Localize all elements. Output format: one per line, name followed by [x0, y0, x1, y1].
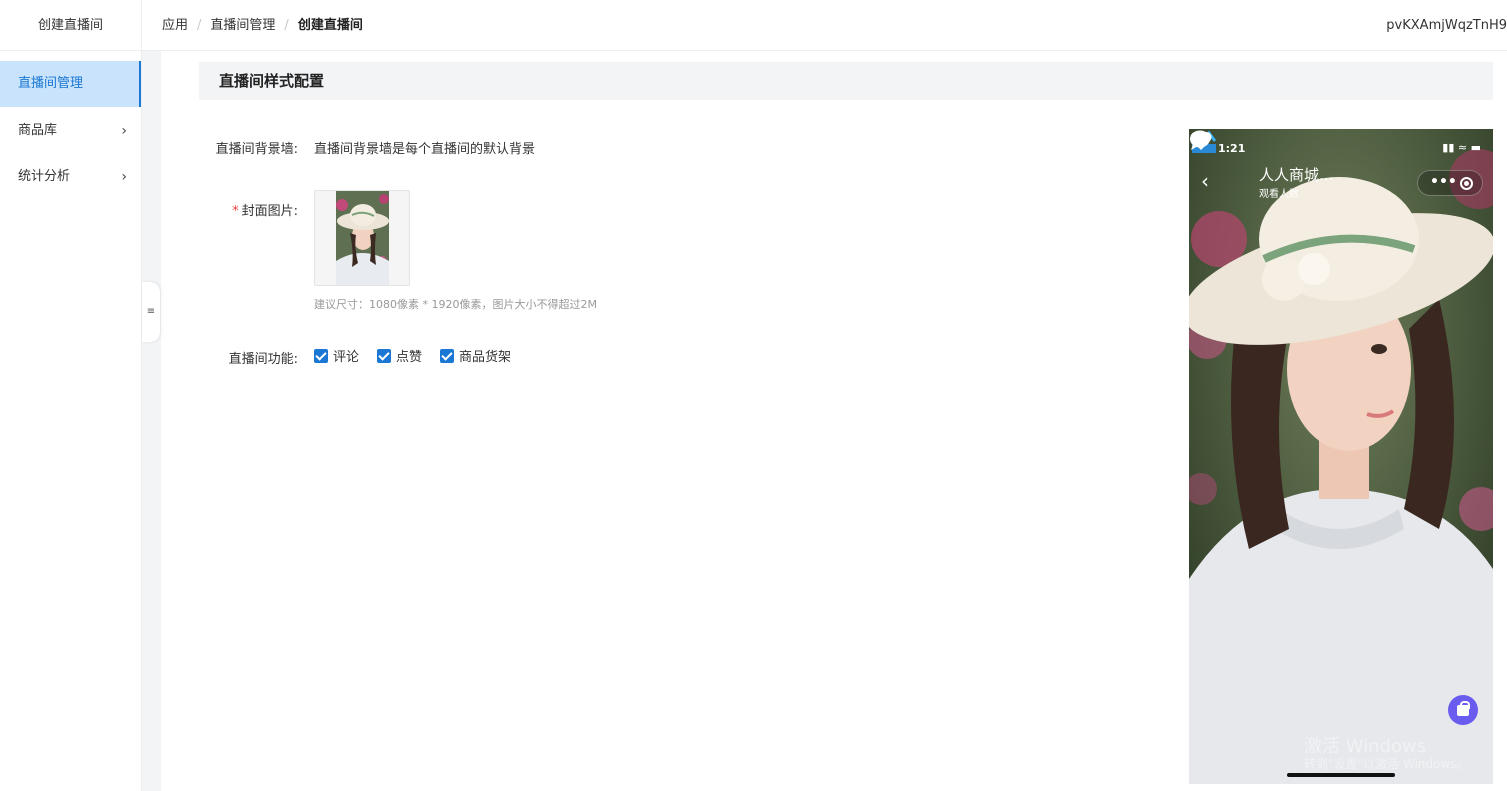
sidebar-item-label: 商品库	[18, 123, 58, 138]
sidebar-item-label: 统计分析	[18, 169, 71, 184]
sidebar-item-live-room-management[interactable]: 直播间管理	[0, 61, 141, 107]
windows-activation-hint: 转到"设置"以激活 Windows。	[1304, 757, 1469, 771]
breadcrumb-live-management[interactable]: 直播间管理	[210, 18, 275, 33]
viewer-count-label: 观看人数	[1259, 189, 1299, 200]
section-header: 直播间样式配置	[199, 62, 1493, 100]
checkbox-checked-icon	[314, 348, 328, 363]
cover-label: * 封面图片:	[188, 200, 298, 219]
checkbox-checked-icon	[377, 348, 392, 363]
signal-wifi-battery-icon: ▮▮ ≈ ▬	[1442, 141, 1481, 154]
required-mark: *	[232, 204, 239, 219]
features-label: 直播间功能:	[228, 352, 298, 367]
more-icon[interactable]: •••	[1430, 174, 1457, 190]
breadcrumb-app[interactable]: 应用	[162, 18, 188, 33]
phone-preview: 1:21 ▮▮ ≈ ▬ ‹ 人人商城... 观看人数 •••	[1189, 129, 1493, 784]
shopping-bag-icon[interactable]	[1448, 695, 1478, 725]
cover-size-hint: 建议尺寸：1080像素 * 1920像素，图片大小不得超过2M	[314, 298, 597, 311]
like-checkbox[interactable]: 点赞	[377, 346, 422, 365]
chevron-right-icon: ›	[121, 169, 127, 185]
sidebar-title: 创建直播间	[0, 0, 141, 51]
chevron-right-icon: ›	[121, 123, 127, 139]
cover-image-thumbnail	[336, 191, 389, 285]
sidebar: 创建直播间 直播间管理 商品库 › 统计分析 ›	[0, 0, 142, 791]
checkbox-checked-icon	[440, 348, 455, 363]
user-name[interactable]: pvKXAmjWqzTnH9	[1386, 0, 1507, 51]
home-indicator	[1287, 773, 1395, 777]
sidebar-item-label: 直播间管理	[18, 76, 84, 91]
mini-program-capsule[interactable]: •••	[1417, 170, 1483, 196]
features-checkbox-group: 评论 点赞 商品货架	[314, 346, 529, 365]
comment-icon[interactable]	[1189, 129, 1211, 151]
phone-time: 1:21	[1218, 142, 1246, 155]
breadcrumb: 应用 / 直播间管理 / 创建直播间	[162, 18, 363, 33]
sidebar-item-statistics[interactable]: 统计分析 ›	[0, 155, 141, 199]
sidebar-item-product-library[interactable]: 商品库 ›	[0, 109, 141, 153]
top-bar: 应用 / 直播间管理 / 创建直播间 pvKXAmjWqzTnH9	[142, 0, 1507, 51]
preview-background-image	[1189, 129, 1493, 784]
breadcrumb-current: 创建直播间	[297, 18, 363, 33]
room-name: 人人商城...	[1259, 166, 1334, 184]
background-label: 直播间背景墙:	[215, 142, 298, 157]
cover-label-text: 封面图片:	[241, 204, 298, 219]
menu-fold-icon[interactable]: ≡	[142, 282, 160, 342]
comment-checkbox[interactable]: 评论	[314, 346, 359, 365]
product-shelf-checkbox[interactable]: 商品货架	[440, 346, 511, 365]
cover-image-upload[interactable]	[314, 190, 410, 286]
back-arrow-icon[interactable]: ‹	[1201, 169, 1209, 193]
background-value: 直播间背景墙是每个直播间的默认背景	[314, 142, 536, 157]
section-title: 直播间样式配置	[219, 72, 325, 90]
close-circle-icon[interactable]	[1460, 177, 1473, 190]
content-gutter	[142, 51, 161, 791]
